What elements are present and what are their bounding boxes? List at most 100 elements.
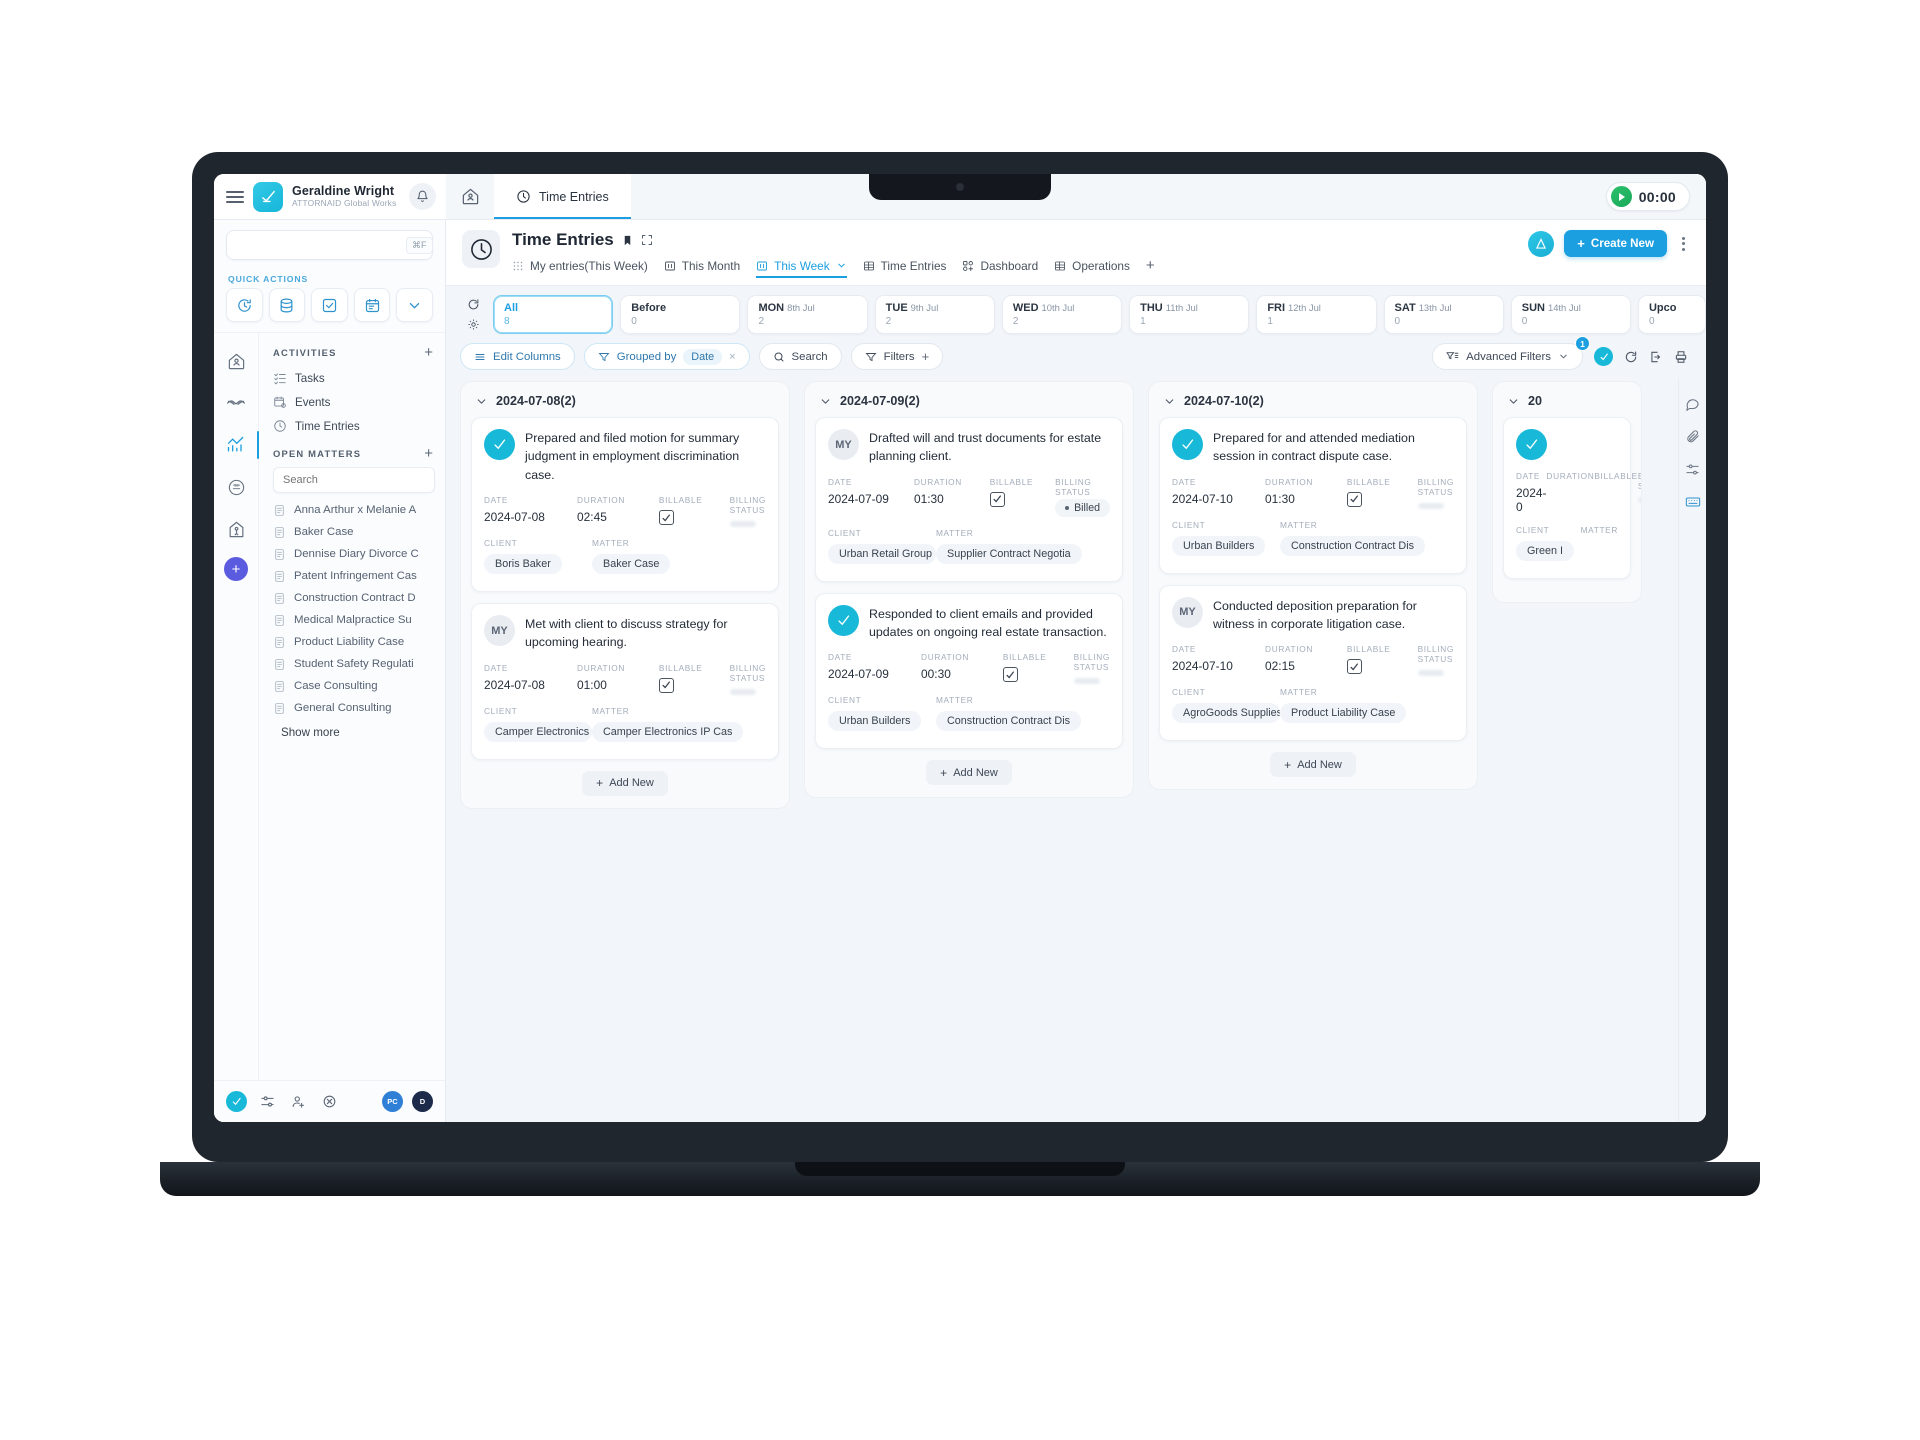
entry-matter-tag[interactable]: Product Liability Case [1280, 703, 1407, 724]
search-input[interactable] [244, 239, 398, 251]
tab-home[interactable] [446, 174, 494, 219]
tab-time-entries[interactable]: Time Entries [494, 174, 631, 219]
expand-icon[interactable] [641, 234, 653, 246]
column-header[interactable]: 20 [1503, 392, 1631, 417]
keyboard-icon[interactable] [1683, 492, 1703, 512]
add-new-button[interactable]: + Add New [582, 770, 668, 796]
billable-checkbox[interactable] [658, 677, 674, 693]
refresh-icon[interactable] [1624, 350, 1638, 364]
menu-toggle-icon[interactable] [226, 190, 244, 203]
billable-checkbox[interactable] [1346, 659, 1362, 675]
billable-checkbox[interactable] [658, 510, 674, 526]
matter-list-item[interactable]: Student Safety Regulati [259, 653, 445, 675]
date-chip-all[interactable]: All 8 [493, 295, 614, 334]
print-icon[interactable] [1674, 350, 1688, 364]
refresh-icon[interactable] [467, 298, 480, 311]
matter-list-item[interactable]: Product Liability Case [259, 631, 445, 653]
matter-list-item[interactable]: Case Consulting [259, 675, 445, 697]
filters-add[interactable]: + [922, 349, 930, 364]
quick-action-database[interactable] [268, 288, 306, 322]
billable-checkbox[interactable] [1346, 491, 1362, 507]
add-new-button[interactable]: + Add New [1270, 752, 1356, 778]
add-activity-button[interactable]: + [424, 345, 433, 360]
gear-icon[interactable] [467, 318, 480, 331]
attachments-icon[interactable] [1683, 426, 1703, 446]
rail-item-matters[interactable] [222, 389, 250, 417]
avatar-pc[interactable]: PC [382, 1091, 403, 1112]
entry-matter-tag[interactable]: Baker Case [592, 554, 671, 575]
entry-matter-tag[interactable]: Construction Contract Dis [936, 711, 1082, 732]
add-user-icon[interactable] [287, 1091, 309, 1113]
advanced-filters-button[interactable]: Advanced Filters [1432, 343, 1583, 370]
sidebar-item-events[interactable]: Events [259, 390, 445, 414]
settings-sliders-icon[interactable] [256, 1091, 278, 1113]
settings-sliders-icon[interactable] [1683, 459, 1703, 479]
show-more-button[interactable]: Show more [259, 719, 445, 743]
date-chip-tue[interactable]: TUE 9th Jul 2 [874, 295, 995, 334]
date-chip-wed[interactable]: WED 10th Jul 2 [1001, 295, 1123, 334]
avatar-d[interactable]: D [412, 1091, 433, 1112]
time-entry-card[interactable]: Prepared for and attended mediation sess… [1159, 417, 1467, 574]
page-tab-dashboard[interactable]: Dashboard [962, 259, 1038, 277]
quick-action-calendar[interactable] [353, 288, 391, 322]
entry-client-tag[interactable]: Camper Electronics [484, 721, 592, 742]
date-chip-sun[interactable]: SUN 14th Jul 0 [1510, 295, 1631, 334]
matter-list-item[interactable]: Baker Case [259, 521, 445, 543]
matter-list-item[interactable]: Patent Infringement Cas [259, 565, 445, 587]
time-entry-card[interactable]: Responded to client emails and provided … [815, 592, 1123, 750]
matter-list-item[interactable]: Dennise Diary Divorce C [259, 543, 445, 565]
entry-matter-tag[interactable]: Construction Contract Dis [1280, 535, 1426, 556]
page-tab-this-week[interactable]: This Week [756, 259, 847, 278]
rail-add-button[interactable]: + [224, 557, 248, 581]
grouped-by-value[interactable]: Date [683, 348, 723, 365]
global-search[interactable]: ⌘F [226, 230, 433, 260]
page-tab-this-month[interactable]: This Month [664, 259, 740, 277]
matters-search-input[interactable] [283, 474, 425, 486]
sidebar-item-tasks[interactable]: Tasks [259, 366, 445, 390]
quick-action-task[interactable] [311, 288, 348, 322]
add-new-button[interactable]: + Add New [926, 760, 1012, 786]
page-tab-time-entries[interactable]: Time Entries [863, 259, 946, 277]
time-entry-card[interactable]: MY Met with client to discuss strategy f… [471, 603, 779, 760]
sidebar-item-time-entries[interactable]: Time Entries [259, 414, 445, 438]
rail-item-billing[interactable]: $$ [222, 473, 250, 501]
date-chip-upco[interactable]: Upco 0 [1637, 295, 1706, 334]
entry-client-tag[interactable]: Boris Baker [484, 554, 562, 575]
grouped-by-clear[interactable]: × [729, 351, 735, 363]
date-chip-fri[interactable]: FRI 12th Jul 1 [1256, 295, 1377, 334]
entry-matter-tag[interactable]: Supplier Contract Negotia [936, 543, 1082, 564]
filters-button[interactable]: Filters + [850, 343, 944, 370]
board-search-button[interactable]: Search [758, 343, 842, 370]
quick-action-timer[interactable] [226, 288, 263, 322]
page-tab-my-entries-this-week[interactable]: My entries(This Week) [512, 259, 648, 277]
entry-client-tag[interactable]: Urban Builders [828, 711, 922, 732]
add-view-tab-button[interactable]: + [1146, 257, 1155, 278]
time-entry-card[interactable]: MY Drafted will and trust documents for … [815, 417, 1123, 582]
time-entry-card[interactable]: MY Conducted deposition preparation for … [1159, 584, 1467, 742]
matter-list-item[interactable]: Construction Contract D [259, 587, 445, 609]
date-chip-mon[interactable]: MON 8th Jul 2 [747, 295, 868, 334]
date-chip-before[interactable]: Before 0 [620, 295, 741, 334]
help-icon[interactable] [318, 1091, 340, 1113]
notifications-bell-icon[interactable] [409, 183, 436, 210]
entry-client-tag[interactable]: AgroGoods Supplies [1172, 703, 1280, 724]
global-timer[interactable]: 00:00 [1605, 182, 1690, 211]
filter-owner-avatar[interactable] [1594, 347, 1613, 366]
column-header[interactable]: 2024-07-09(2) [815, 392, 1123, 417]
add-matter-button[interactable]: + [424, 446, 433, 461]
time-entry-card[interactable]: Prepared and filed motion for summary ju… [471, 417, 779, 593]
entry-matter-tag[interactable]: Camper Electronics IP Cas [592, 721, 744, 742]
create-new-button[interactable]: + Create New [1564, 230, 1667, 257]
quick-action-more[interactable] [396, 288, 433, 322]
matter-list-item[interactable]: General Consulting [259, 697, 445, 719]
matters-search[interactable] [273, 467, 435, 493]
grouped-by-control[interactable]: Grouped by Date × [583, 343, 750, 370]
column-header[interactable]: 2024-07-08(2) [471, 392, 779, 417]
export-icon[interactable] [1649, 350, 1663, 364]
billable-checkbox[interactable] [1002, 667, 1018, 683]
bookmark-icon[interactable] [622, 234, 633, 247]
more-options-icon[interactable] [1677, 232, 1690, 256]
rail-item-analytics[interactable] [222, 431, 259, 459]
comments-icon[interactable] [1683, 393, 1703, 413]
column-header[interactable]: 2024-07-10(2) [1159, 392, 1467, 417]
